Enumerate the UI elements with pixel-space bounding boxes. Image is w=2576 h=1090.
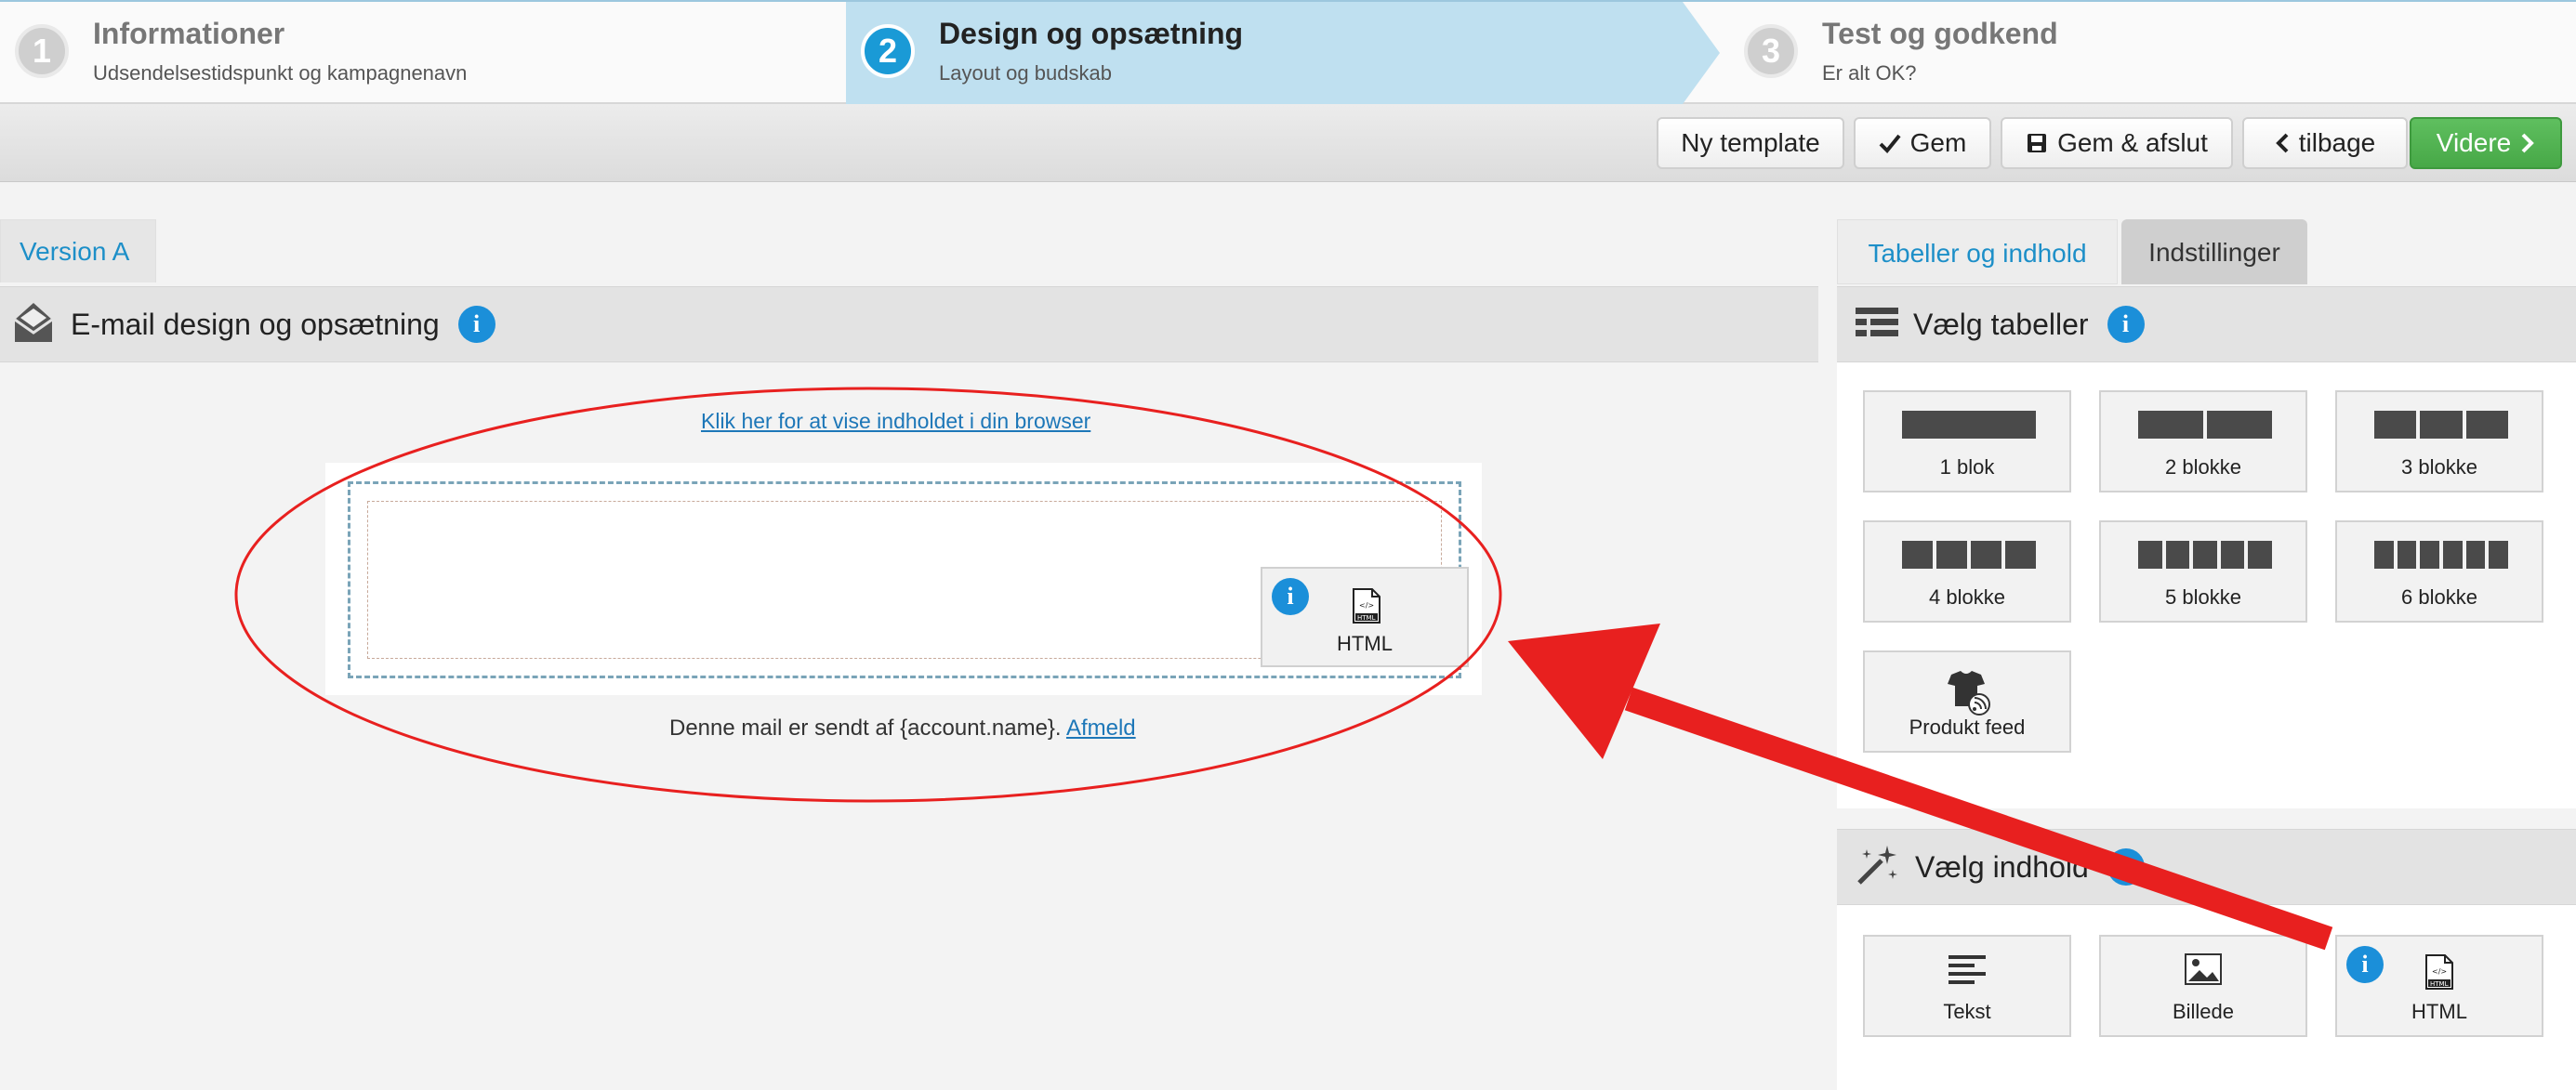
choose-tables-title: Vælg tabeller [1913,307,2089,341]
choose-tables-header: Vælg tabeller i [1837,286,2576,362]
info-icon[interactable]: i [2107,848,2145,886]
back-button[interactable]: tilbage [2242,117,2408,169]
save-label: Gem [1909,128,1967,157]
save-disk-icon [2026,132,2048,154]
html-block-label: HTML [1337,632,1393,655]
new-template-button[interactable]: Ny template [1657,117,1844,169]
next-button[interactable]: Videre [2410,117,2562,169]
wizard-step-1[interactable]: 1 Informationer Udsendelsestidspunkt og … [0,2,846,104]
save-button[interactable]: Gem [1854,117,1991,169]
chevron-right-icon [2520,133,2535,153]
step-number: 2 [861,24,915,78]
action-toolbar: Ny template Gem Gem & afslut tilbage Vid… [0,104,2576,182]
table-tile-2-blocks[interactable]: 2 blokke [2099,390,2307,492]
step-title: Design og opsætning [939,17,1244,50]
product-feed-icon [1865,669,2069,716]
info-icon[interactable]: i [1272,578,1309,615]
tile-label: 6 blokke [2401,585,2477,609]
save-close-label: Gem & afslut [2057,128,2208,157]
step-title: Test og godkend [1822,17,2058,50]
step-subtitle: Er alt OK? [1822,61,1917,85]
block-preview [1902,411,2036,439]
block-preview [2374,411,2508,439]
info-icon[interactable]: i [2107,306,2145,343]
tile-label: 3 blokke [2401,455,2477,479]
unsubscribe-link[interactable]: Afmeld [1066,716,1136,741]
tile-label: 2 blokke [2165,455,2241,479]
tile-label: Tekst [1943,1000,1991,1023]
html-file-icon: </> HTML [1352,587,1381,629]
email-design-header: E-mail design og opsætning i [0,286,1818,362]
block-preview [2138,411,2272,439]
table-rows-icon [1856,307,1898,342]
table-tile-4-blocks[interactable]: 4 blokke [1863,520,2071,623]
tables-panel: 1 blok 2 blokke 3 blokke 4 blokke 5 blok… [1837,362,2576,808]
dragged-html-block[interactable]: i </> HTML HTML [1261,567,1469,667]
email-canvas: i </> HTML HTML [325,463,1482,695]
svg-text:</>: </> [1359,601,1374,610]
content-tile-text[interactable]: Tekst [1863,935,2071,1037]
table-tile-6-blocks[interactable]: 6 blokke [2335,520,2543,623]
wizard-step-3[interactable]: 3 Test og godkend Er alt OK? [1729,2,2576,104]
choose-content-title: Vælg indhold [1915,849,2089,884]
step-number: 1 [15,24,69,78]
tile-label: 1 blok [1939,455,1995,479]
html-file-icon: </> HTML [2337,953,2542,991]
svg-text:</>: </> [2432,967,2447,976]
tab-version-a[interactable]: Version A [0,219,156,282]
magic-wand-icon [1854,842,1900,893]
save-close-button[interactable]: Gem & afslut [2001,117,2233,169]
tab-settings[interactable]: Indstillinger [2121,219,2307,284]
svg-text:HTML: HTML [1357,614,1376,622]
svg-text:HTML: HTML [2430,980,2449,988]
step-subtitle: Layout og budskab [939,61,1112,85]
checkmark-icon [1879,133,1901,153]
step-arrow [1683,2,1720,104]
image-icon [2101,953,2305,985]
table-tile-1-block[interactable]: 1 blok [1863,390,2071,492]
chevron-left-icon [2275,133,2290,153]
content-drop-area[interactable]: i </> HTML HTML [367,501,1469,667]
tile-label: Billede [2172,1000,2235,1023]
table-tile-3-blocks[interactable]: 3 blokke [2335,390,2543,492]
wizard-step-2-active[interactable]: 2 Design og opsætning Layout og budskab [846,2,1720,104]
email-design-title: E-mail design og opsætning [71,307,440,341]
tile-label: Produkt feed [1909,716,2026,739]
step-number: 3 [1744,24,1798,78]
table-drop-zone[interactable]: i </> HTML HTML [348,481,1469,678]
open-envelope-icon [11,299,56,350]
table-tile-product-feed[interactable]: Produkt feed [1863,650,2071,753]
content-tile-image[interactable]: Billede [2099,935,2307,1037]
step-title: Informationer [93,17,285,50]
choose-content-header: Vælg indhold i [1837,829,2576,905]
drag-arrow-head [1508,624,1660,759]
tile-label: HTML [2411,1000,2467,1023]
content-tile-html[interactable]: i </> HTML HTML [2335,935,2543,1037]
wizard-steps: 1 Informationer Udsendelsestidspunkt og … [0,0,2576,104]
new-template-label: Ny template [1681,128,1820,157]
tile-label: 5 blokke [2165,585,2241,609]
view-in-browser-link[interactable]: Klik her for at vise indholdet i din bro… [701,409,1090,434]
back-label: tilbage [2298,128,2376,157]
text-lines-icon [1865,953,2069,985]
email-footer: Denne mail er sendt af {account.name}. A… [669,716,1136,742]
content-panel: Tekst Billede i </> HTML HTML [1837,905,2576,1090]
block-preview [1902,541,2036,569]
info-icon[interactable]: i [457,306,495,343]
block-preview [2374,541,2509,569]
tab-tables-content[interactable]: Tabeller og indhold [1837,219,2118,284]
tile-label: 4 blokke [1929,585,2005,609]
step-subtitle: Udsendelsestidspunkt og kampagnenavn [93,61,468,85]
table-tile-5-blocks[interactable]: 5 blokke [2099,520,2307,623]
next-label: Videre [2436,128,2512,157]
sender-text: Denne mail er sendt af {account.name}. [669,716,1062,741]
block-preview [2138,541,2272,569]
